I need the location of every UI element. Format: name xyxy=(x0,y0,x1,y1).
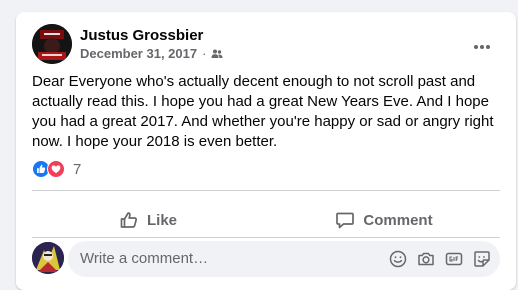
thumbs-up-icon xyxy=(119,210,147,230)
comment-placeholder: Write a comment… xyxy=(80,250,209,267)
comment-icon xyxy=(335,210,363,230)
love-reaction-icon xyxy=(47,160,65,178)
author-name[interactable]: Justus Grossbier xyxy=(80,27,203,44)
post-date[interactable]: December 31, 2017 xyxy=(80,46,197,61)
emoji-icon[interactable] xyxy=(388,249,408,269)
divider-bottom xyxy=(32,237,500,238)
friends-icon[interactable] xyxy=(211,48,223,60)
like-button[interactable]: Like xyxy=(32,202,264,238)
author-avatar[interactable] xyxy=(32,24,72,64)
sticker-icon[interactable] xyxy=(472,249,492,269)
reaction-count[interactable]: 7 xyxy=(73,161,81,178)
gif-icon[interactable] xyxy=(444,249,464,269)
meta-separator: · xyxy=(202,46,207,61)
post-meta: December 31, 2017 · xyxy=(80,46,223,61)
more-options-icon[interactable] xyxy=(472,38,492,49)
post-card: Justus Grossbier December 31, 2017 · Dea… xyxy=(16,12,516,290)
divider-top xyxy=(32,190,500,191)
camera-icon[interactable] xyxy=(416,249,436,269)
user-avatar[interactable] xyxy=(32,242,64,274)
comment-button[interactable]: Comment xyxy=(268,202,500,238)
like-label: Like xyxy=(146,211,177,229)
post-text: Dear Everyone who's actually decent enou… xyxy=(32,73,494,150)
comment-input[interactable]: Write a comment… xyxy=(68,241,500,277)
comment-label: Comment xyxy=(363,211,433,229)
reactions-summary[interactable]: 7 xyxy=(32,160,81,178)
